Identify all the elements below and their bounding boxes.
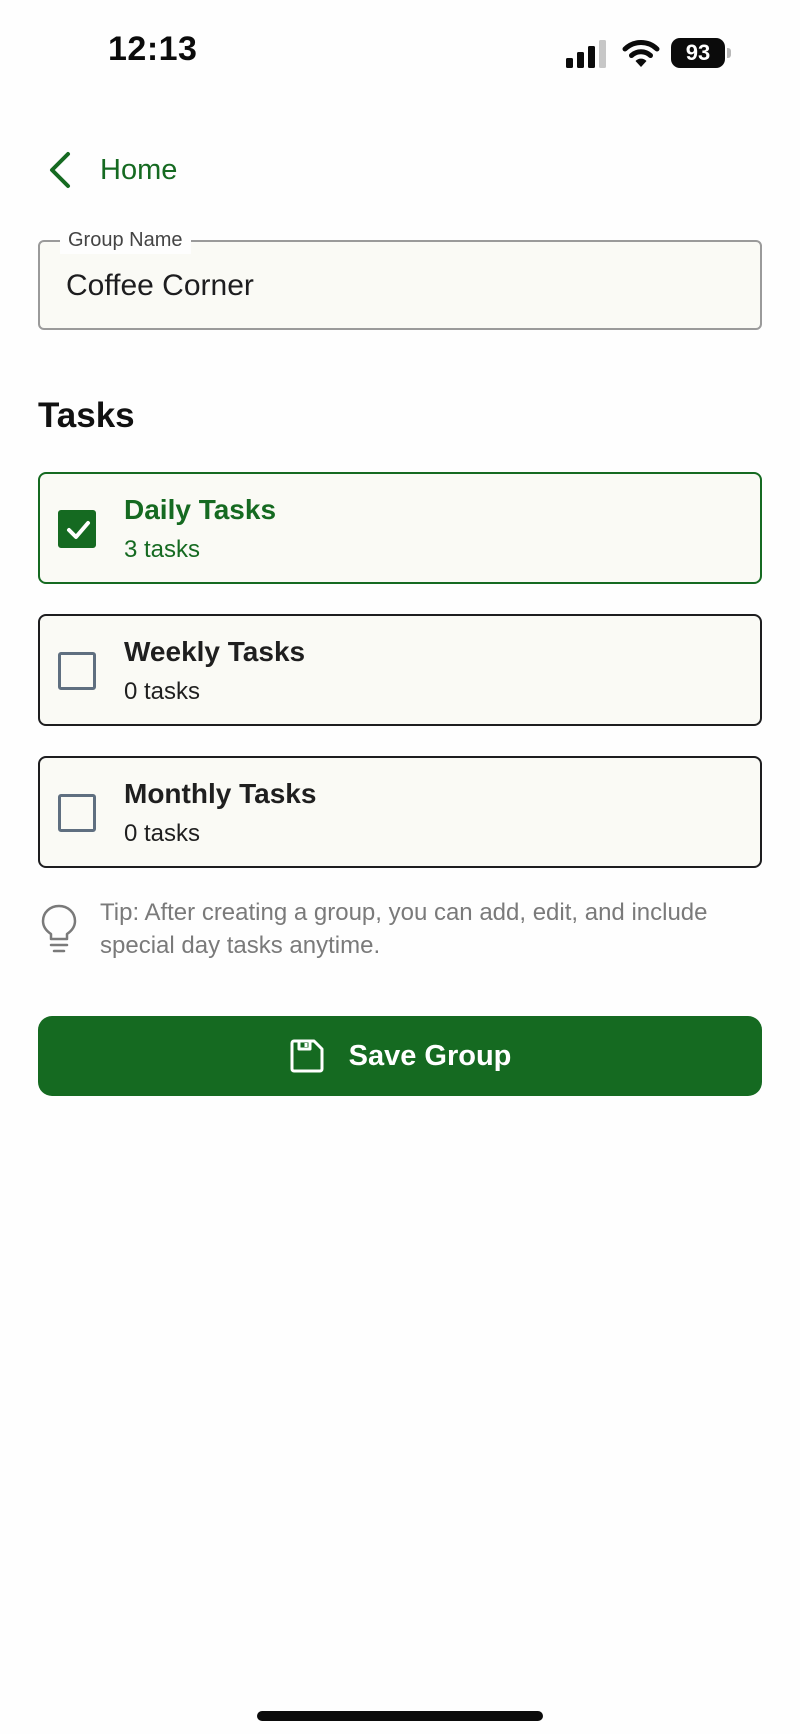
status-bar: 12:13 93 xyxy=(0,0,800,110)
tip-text: Tip: After creating a group, you can add… xyxy=(100,899,708,959)
monthly-tasks-checkbox[interactable] xyxy=(58,794,96,832)
task-title: Monthly Tasks xyxy=(124,778,317,809)
task-count: 0 tasks xyxy=(124,820,201,847)
chevron-left-icon xyxy=(50,152,70,188)
checkmark-icon xyxy=(67,521,90,539)
save-group-button[interactable]: Save Group xyxy=(38,1016,762,1096)
battery-level: 93 xyxy=(671,38,725,68)
battery-indicator: 93 xyxy=(671,38,731,68)
save-button-label: Save Group xyxy=(348,1039,512,1072)
status-time: 12:13 xyxy=(108,30,198,68)
weekly-tasks-checkbox[interactable] xyxy=(58,652,96,690)
tip-note: Tip: After creating a group, you can add… xyxy=(38,896,762,962)
task-option-daily[interactable]: Daily Tasks 3 tasks xyxy=(38,472,762,584)
task-option-monthly[interactable]: Monthly Tasks 0 tasks xyxy=(38,756,762,868)
task-count: 0 tasks xyxy=(124,678,201,705)
task-title: Weekly Tasks xyxy=(124,636,306,667)
back-label: Home xyxy=(100,153,178,186)
battery-cap xyxy=(727,48,731,58)
group-name-field: Group Name xyxy=(38,226,762,330)
group-name-input[interactable] xyxy=(66,264,726,308)
home-indicator[interactable] xyxy=(257,1711,543,1721)
group-name-label: Group Name xyxy=(60,226,191,254)
task-option-weekly[interactable]: Weekly Tasks 0 tasks xyxy=(38,614,762,726)
task-title: Daily Tasks xyxy=(124,494,277,525)
tasks-heading: Tasks xyxy=(38,396,135,435)
lightbulb-icon xyxy=(41,904,77,953)
back-button[interactable]: Home xyxy=(44,144,177,196)
task-count: 3 tasks xyxy=(124,536,201,563)
wifi-icon xyxy=(622,40,660,67)
cellular-signal-icon xyxy=(566,40,606,68)
save-icon xyxy=(290,1039,324,1073)
daily-tasks-checkbox[interactable] xyxy=(58,510,96,548)
